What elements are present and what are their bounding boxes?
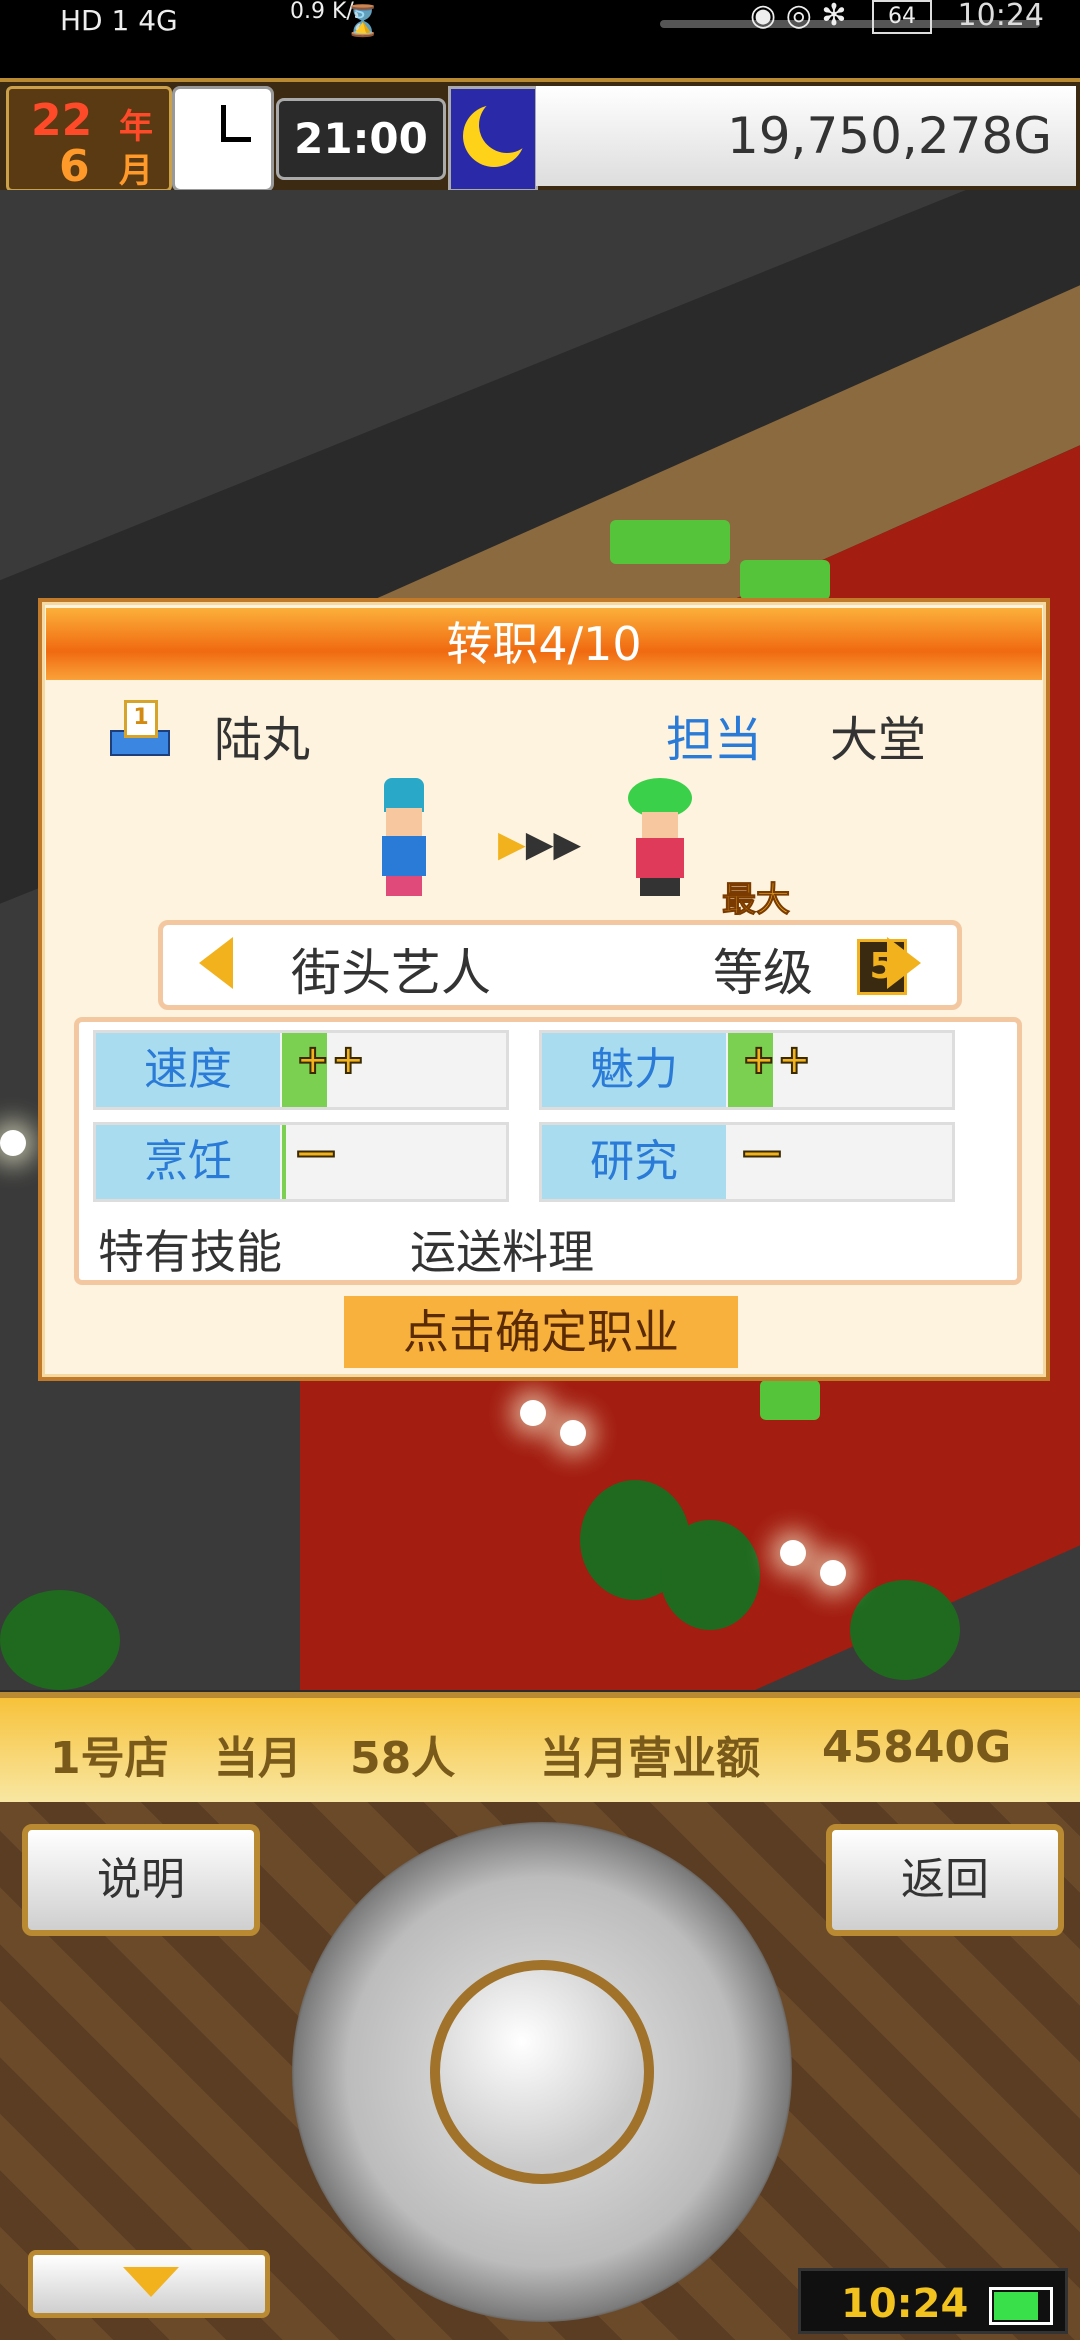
role-label: 担当 [666,712,763,768]
stat-value: ++ [295,1036,368,1084]
chevron-down-icon [123,2267,179,2297]
network-indicator: HD 1 4G [60,4,178,37]
stat-cooking: 烹饪 — [93,1122,509,1202]
stat-speed: 速度 ++ [93,1030,509,1110]
job-level-label: 等级 [713,944,813,1002]
street-lamp [560,1420,586,1446]
top-hud: 22 年 6 月 21:00 19,750,278G [0,78,1080,194]
clock-icon [172,86,274,192]
tree [660,1520,760,1630]
stat-label: 速度 [96,1033,280,1107]
stat-label: 研究 [542,1125,726,1199]
sofa [740,560,830,600]
job-change-dialog: 转职4/10 1 陆丸 担当 大堂 ▶▶▶ 最大 街头艺人 等级 5 速度 ++ [38,598,1050,1381]
store-name: 1号店 [50,1733,169,1784]
job-name: 街头艺人 [291,944,491,1002]
dialog-title: 转职4/10 [46,608,1042,680]
prev-job-arrow-icon[interactable] [199,937,233,989]
status-bar: HD 1 4G 0.9 K/s ⌛ ◉ ◎ ✻ 64 10:24 [0,0,1080,78]
game-time: 21:00 [276,98,446,180]
street-lamp [0,1130,26,1156]
max-badge: 最大 [722,880,791,921]
year-number: 22 [31,95,93,146]
street-lamp [820,1560,846,1586]
stat-value: — [295,1128,338,1176]
stat-value: — [741,1128,784,1176]
sales-value: 45840G [822,1722,1012,1773]
signal-icons: ◉ ◎ ✻ [750,0,847,33]
money-display: 19,750,278G [536,86,1076,186]
sales-label: 当月营业额 [540,1733,760,1784]
help-button[interactable]: 说明 [22,1824,260,1936]
skill-value: 运送料理 [410,1225,594,1279]
street-lamp [780,1540,806,1566]
stat-research: 研究 — [539,1122,955,1202]
stat-label: 魅力 [542,1033,726,1107]
sofa [610,520,730,564]
battery-icon: 64 [872,0,932,34]
battery-icon [989,2287,1053,2325]
year-unit: 年 [119,107,153,147]
arrow-indicator: ▶▶▶ [498,824,582,865]
customer-count: 58人 [350,1733,456,1784]
job-selector: 街头艺人 等级 5 [158,920,962,1010]
next-job-arrow-icon[interactable] [887,937,921,989]
skill-label: 特有技能 [98,1225,282,1279]
dpad[interactable] [292,1822,792,2322]
in-game-clock: 10:24 [798,2268,1068,2334]
back-button[interactable]: 返回 [826,1824,1064,1936]
month-label: 当月 [214,1733,302,1784]
clock: 10:24 [957,0,1044,33]
tree [850,1580,960,1680]
tree [0,1590,120,1690]
hourglass-icon: ⌛ [344,4,382,39]
moon-icon [448,86,538,192]
stat-value: ++ [741,1036,814,1084]
expand-button[interactable] [28,2250,270,2318]
month-unit: 月 [119,151,153,191]
rank-icon: 1 [106,696,170,758]
stat-label: 烹饪 [96,1125,280,1199]
staff-sprite-current [374,778,434,898]
staff-sprite-new [628,778,692,898]
sofa [760,1380,820,1420]
store-info-strip: 1号店 当月 58人 当月营业额 45840G [0,1692,1080,1808]
stat-charm: 魅力 ++ [539,1030,955,1110]
date-box: 22 年 6 月 [6,86,172,192]
staff-name: 陆丸 [214,712,311,768]
in-game-clock-time: 10:24 [841,2281,969,2327]
month-number: 6 [59,141,90,192]
stat-bar [282,1125,286,1199]
control-panel: 说明 返回 10:24 [0,1802,1080,2340]
role-value: 大堂 [830,712,927,768]
dpad-center-button[interactable] [430,1960,654,2184]
street-lamp [520,1400,546,1426]
confirm-job-button[interactable]: 点击确定职业 [344,1296,738,1368]
